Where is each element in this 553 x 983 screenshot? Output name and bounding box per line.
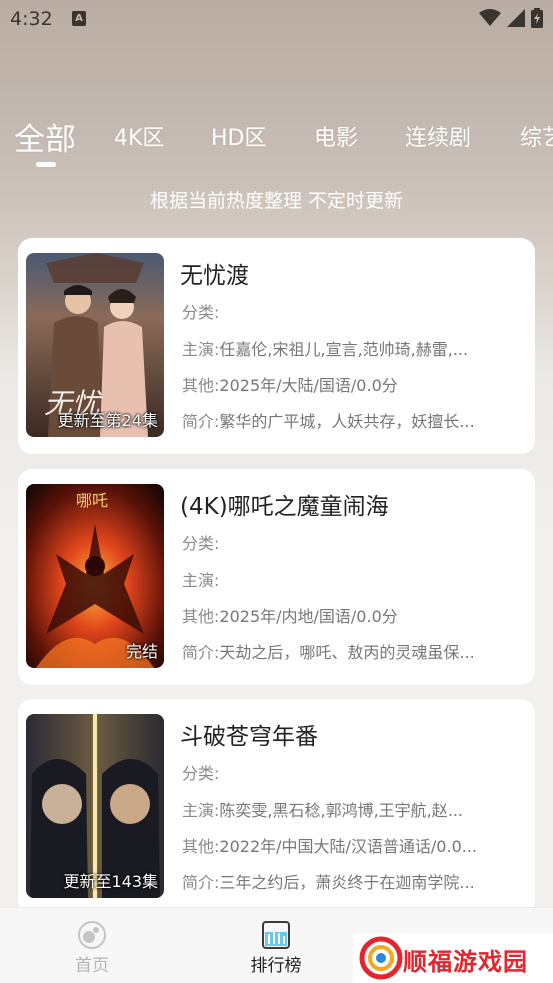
category-label: 分类:: [182, 303, 220, 322]
cast-row: 主演:: [182, 567, 527, 591]
nav-ranking[interactable]: 排行榜: [216, 908, 336, 983]
list-item[interactable]: 哪吒 完结 (4K)哪吒之魔童闹海 分类: 主演: 其他:2025年/内地/国语…: [18, 469, 535, 685]
intro-value: 天劫之后，哪吒、敖丙的灵魂虽保...: [219, 643, 475, 662]
tab-variety[interactable]: 综艺: [520, 120, 553, 152]
watermark-logo: 顺福游戏园: [353, 933, 553, 983]
intro-value: 三年之约后，萧炎终于在迦南学院...: [219, 873, 475, 892]
list-item[interactable]: 更新至143集 斗破苍穹年番 分类: 主演:陈奕雯,黑石稔,郭鸿博,王宇航,赵.…: [18, 699, 535, 915]
other-value: 2025年/内地/国语/0.0分: [219, 607, 398, 626]
category-tabs: 全部 4K区 HD区 电影 连续剧 综艺: [0, 112, 553, 172]
battery-icon: [531, 8, 543, 28]
watermark-swirl-icon: [359, 936, 403, 980]
cast-value: 陈奕雯,黑石稔,郭鸿博,王宇航,赵...: [219, 801, 464, 820]
poster-badge: 更新至第24集: [57, 411, 158, 430]
signal-icon: [507, 9, 525, 27]
intro-label: 简介:: [182, 643, 220, 662]
intro-row: 简介:天劫之后，哪吒、敖丙的灵魂虽保...: [182, 639, 527, 663]
intro-label: 简介:: [182, 412, 220, 431]
tab-4k[interactable]: 4K区: [114, 120, 164, 152]
cast-value: 任嘉伦,宋祖儿,宣言,范帅琦,赫雷,...: [219, 340, 469, 359]
category-label: 分类:: [182, 534, 220, 553]
cast-row: 主演:任嘉伦,宋祖儿,宣言,范帅琦,赫雷,...: [182, 336, 527, 360]
poster-image[interactable]: 更新至143集: [26, 714, 164, 898]
intro-row: 简介:三年之约后，萧炎终于在迦南学院...: [182, 869, 527, 893]
other-value: 2022年/中国大陆/汉语普通话/0.0...: [219, 837, 478, 856]
poster-image[interactable]: 哪吒 完结: [26, 484, 164, 668]
active-tab-indicator: [36, 162, 56, 167]
cast-label: 主演:: [182, 340, 220, 359]
card-title[interactable]: (4K)哪吒之魔童闹海: [180, 487, 389, 521]
card-title[interactable]: 斗破苍穹年番: [180, 717, 318, 751]
cast-row: 主演:陈奕雯,黑石稔,郭鸿博,王宇航,赵...: [182, 797, 527, 821]
tab-all[interactable]: 全部: [14, 114, 76, 159]
other-row: 其他:2022年/中国大陆/汉语普通话/0.0...: [182, 833, 527, 857]
intro-row: 简介:繁华的广平城，人妖共存，妖擅长...: [182, 408, 527, 432]
poster-badge: 更新至143集: [63, 872, 158, 891]
category-label: 分类:: [182, 764, 220, 783]
notification-a-icon: A: [72, 11, 86, 26]
tab-series[interactable]: 连续剧: [405, 120, 471, 152]
svg-text:哪吒: 哪吒: [76, 491, 108, 510]
tab-hd[interactable]: HD区: [211, 120, 266, 152]
other-label: 其他:: [182, 376, 220, 395]
poster-image[interactable]: 无忧 更新至第24集: [26, 253, 164, 437]
list-item[interactable]: 无忧 更新至第24集 无忧渡 分类: 主演:任嘉伦,宋祖儿,宣言,范帅琦,赫雷,…: [18, 238, 535, 454]
ranking-icon: [262, 921, 290, 949]
category-row: 分类:: [182, 760, 527, 784]
poster-badge: 完结: [125, 642, 158, 661]
card-title[interactable]: 无忧渡: [180, 256, 249, 290]
category-row: 分类:: [182, 530, 527, 554]
other-row: 其他:2025年/内地/国语/0.0分: [182, 603, 527, 627]
nav-home-label: 首页: [75, 956, 109, 976]
watermark-text: 顺福游戏园: [403, 948, 528, 976]
tab-movies[interactable]: 电影: [314, 120, 358, 152]
other-row: 其他:2025年/大陆/国语/0.0分: [182, 372, 527, 396]
category-row: 分类:: [182, 299, 527, 323]
intro-value: 繁华的广平城，人妖共存，妖擅长...: [219, 412, 475, 431]
cast-label: 主演:: [182, 801, 220, 820]
home-icon: [78, 921, 106, 949]
intro-label: 简介:: [182, 873, 220, 892]
wifi-icon: [479, 9, 501, 26]
status-bar: 4:32 A: [0, 0, 553, 38]
cast-label: 主演:: [182, 571, 220, 590]
nav-home[interactable]: 首页: [32, 908, 152, 983]
other-value: 2025年/大陆/国语/0.0分: [219, 376, 398, 395]
status-icons: [479, 8, 543, 28]
ranking-subtitle: 根据当前热度整理 不定时更新: [149, 190, 404, 212]
other-label: 其他:: [182, 837, 220, 856]
nav-ranking-label: 排行榜: [250, 956, 302, 976]
status-time: 4:32: [10, 8, 53, 30]
other-label: 其他:: [182, 607, 220, 626]
